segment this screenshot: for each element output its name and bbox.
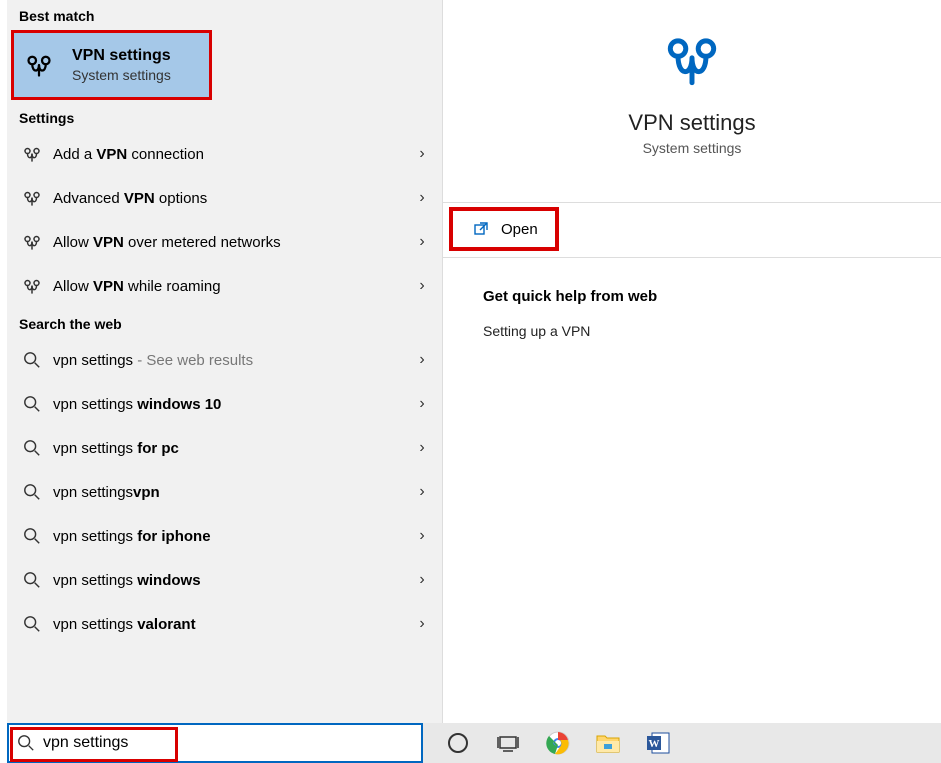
best-match-header: Best match <box>7 0 442 30</box>
quick-help-header: Get quick help from web <box>483 288 901 305</box>
detail-pane: VPN settings System settings Open Get qu… <box>443 0 941 723</box>
chevron-right-icon: › <box>412 351 432 369</box>
chevron-right-icon: › <box>412 277 432 295</box>
search-icon <box>17 439 47 457</box>
open-action[interactable]: Open <box>449 207 559 251</box>
cortana-icon[interactable] <box>445 730 471 756</box>
chevron-right-icon: › <box>412 145 432 163</box>
word-icon[interactable]: W <box>645 730 671 756</box>
svg-text:W: W <box>649 738 660 750</box>
result-label: Allow VPN over metered networks <box>47 234 412 251</box>
result-label: Add a VPN connection <box>47 146 412 163</box>
detail-subtitle: System settings <box>443 140 941 156</box>
search-icon <box>15 734 37 752</box>
chevron-right-icon: › <box>412 189 432 207</box>
best-match-title: VPN settings <box>72 47 171 65</box>
chrome-icon[interactable] <box>545 730 571 756</box>
vpn-icon <box>17 144 47 164</box>
open-external-icon <box>473 221 489 237</box>
detail-title: VPN settings <box>443 110 941 136</box>
web-result[interactable]: vpn settings for iphone› <box>7 514 442 558</box>
web-result[interactable]: vpn settings for pc› <box>7 426 442 470</box>
chevron-right-icon: › <box>412 483 432 501</box>
web-result[interactable]: vpn settings windows› <box>7 558 442 602</box>
vpn-icon <box>443 30 941 92</box>
web-result[interactable]: vpn settings windows 10› <box>7 382 442 426</box>
result-label: vpn settings for pc <box>47 440 412 457</box>
vpn-icon <box>17 276 47 296</box>
web-result[interactable]: vpn settings valorant› <box>7 602 442 646</box>
search-icon <box>17 571 47 589</box>
search-input[interactable] <box>37 734 415 752</box>
settings-result[interactable]: Advanced VPN options› <box>7 176 442 220</box>
best-match-result[interactable]: VPN settings System settings <box>11 30 212 100</box>
file-explorer-icon[interactable] <box>595 730 621 756</box>
search-icon <box>17 395 47 413</box>
chevron-right-icon: › <box>412 439 432 457</box>
settings-result[interactable]: Add a VPN connection› <box>7 132 442 176</box>
result-label: vpn settings for iphone <box>47 528 412 545</box>
result-label: Advanced VPN options <box>47 190 412 207</box>
taskbar: W <box>423 723 941 763</box>
chevron-right-icon: › <box>412 571 432 589</box>
search-icon <box>17 483 47 501</box>
search-icon <box>17 527 47 545</box>
result-label: vpn settingsvpn <box>47 484 412 501</box>
chevron-right-icon: › <box>412 527 432 545</box>
web-header: Search the web <box>7 308 442 338</box>
best-match-subtitle: System settings <box>72 67 171 83</box>
web-result[interactable]: vpn settingsvpn› <box>7 470 442 514</box>
chevron-right-icon: › <box>412 233 432 251</box>
result-label: vpn settings - See web results <box>47 352 412 369</box>
help-link-setup-vpn[interactable]: Setting up a VPN <box>483 323 901 339</box>
vpn-icon <box>17 188 47 208</box>
web-result[interactable]: vpn settings - See web results› <box>7 338 442 382</box>
settings-result[interactable]: Allow VPN over metered networks› <box>7 220 442 264</box>
result-label: vpn settings valorant <box>47 616 412 633</box>
result-label: Allow VPN while roaming <box>47 278 412 295</box>
vpn-icon <box>24 50 64 80</box>
result-label: vpn settings windows <box>47 572 412 589</box>
settings-result[interactable]: Allow VPN while roaming› <box>7 264 442 308</box>
chevron-right-icon: › <box>412 615 432 633</box>
vpn-icon <box>17 232 47 252</box>
search-icon <box>17 351 47 369</box>
settings-header: Settings <box>7 102 442 132</box>
open-label: Open <box>489 221 538 238</box>
search-box[interactable] <box>7 723 423 763</box>
task-view-icon[interactable] <box>495 730 521 756</box>
result-label: vpn settings windows 10 <box>47 396 412 413</box>
chevron-right-icon: › <box>412 395 432 413</box>
search-results-pane: Best match VPN settings System settings … <box>0 0 443 723</box>
search-icon <box>17 615 47 633</box>
